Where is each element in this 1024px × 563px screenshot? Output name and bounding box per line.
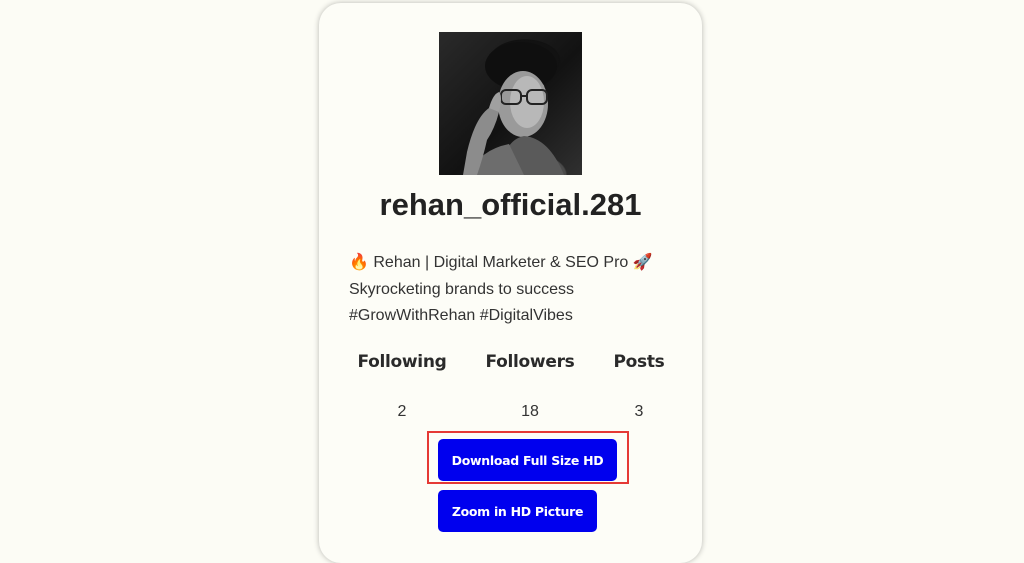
stat-label: Following — [357, 352, 447, 372]
bio-line: 🔥 Rehan | Digital Marketer & SEO Pro 🚀 — [349, 254, 653, 271]
stat-followers: Followers 18 — [485, 352, 575, 421]
username-heading: rehan_official.281 — [379, 187, 642, 222]
bio-line: #GrowWithRehan #DigitalVibes — [349, 307, 573, 324]
profile-stats: Following 2 Followers 18 Posts 3 — [319, 352, 702, 442]
bio-line: Skyrocketing brands to success — [349, 280, 574, 298]
stat-posts: Posts 3 — [609, 352, 669, 421]
profile-avatar[interactable] — [439, 32, 582, 175]
download-hd-button[interactable]: Download Full Size HD — [438, 439, 617, 481]
stat-label: Posts — [613, 352, 665, 372]
stat-count: 2 — [397, 403, 407, 420]
profile-bio: 🔥 Rehan | Digital Marketer & SEO Pro 🚀 S… — [349, 250, 689, 330]
stat-count: 3 — [634, 403, 644, 420]
profile-photo-icon — [463, 42, 564, 175]
stat-following: Following 2 — [357, 352, 447, 421]
zoom-hd-button[interactable]: Zoom in HD Picture — [438, 490, 597, 532]
profile-card: rehan_official.281 🔥 Rehan | Digital Mar… — [319, 3, 702, 563]
stat-label: Followers — [485, 352, 575, 372]
stat-count: 18 — [521, 403, 539, 420]
